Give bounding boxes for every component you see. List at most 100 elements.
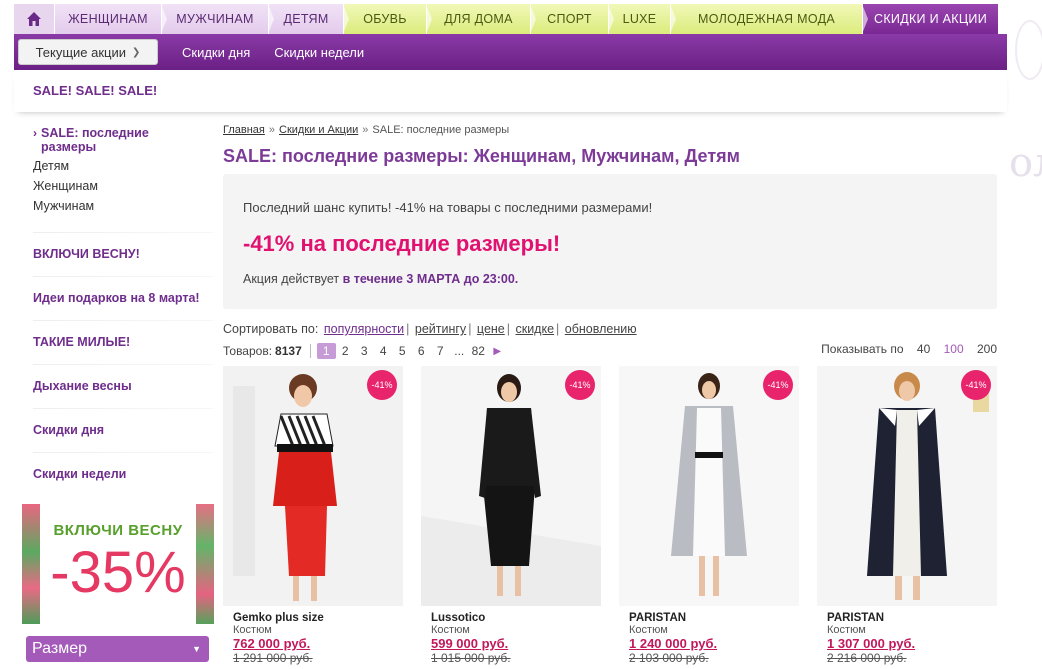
tab-luxe[interactable]: LUXE [608,4,676,34]
spring-promo-banner[interactable]: ВКЛЮЧИ ВЕСНУ -35% [22,504,214,624]
product-brand[interactable]: Gemko plus size [223,612,403,624]
sale-banner-text: SALE! SALE! SALE! [33,83,158,98]
sidebar-item-day-deals[interactable]: Скидки дня [14,408,219,452]
next-page-icon[interactable]: ▶ [488,346,507,357]
tab-men[interactable]: МУЖЧИНАМ [161,4,274,34]
product-photo [817,366,997,606]
product-brand[interactable]: Lussotico [421,612,601,624]
promo-validity-date: в течение 3 МАРТА до 23:00. [342,272,519,286]
breadcrumb-sales[interactable]: Скидки и Акции [279,124,358,136]
caret-down-icon: ▼ [192,644,201,654]
subnav-link-day-deals[interactable]: Скидки дня [182,45,250,60]
product-image[interactable]: -41% [421,366,601,606]
product-type: Костюм [827,624,866,636]
sidebar-item-spring-breath[interactable]: Дыхание весны [14,364,219,408]
per-page-100[interactable]: 100 [944,342,964,356]
promo-subtitle: Последний шанс купить! -41% на товары с … [243,200,653,215]
product-count-label: Товаров: [223,344,273,358]
page-link[interactable]: 3 [355,344,374,358]
sort-price[interactable]: цене [477,322,505,336]
product-type: Костюм [431,624,470,636]
product-image[interactable]: -41% [817,366,997,606]
product-count: 8137 [275,344,302,358]
promo-info-box: Последний шанс купить! -41% на товары с … [223,174,997,309]
tab-kids[interactable]: ДЕТЯМ [268,4,349,34]
product-card[interactable]: -41% PARISTAN Костюм 1 240 000 руб. 2 10… [619,366,799,665]
page-link[interactable]: 2 [336,344,355,358]
discount-badge: -41% [763,370,793,400]
background-decoration: оллі [1007,0,1042,669]
size-filter-dropdown[interactable]: Размер ▼ [26,636,209,662]
tab-women[interactable]: ЖЕНЩИНАМ [54,4,167,34]
page-link[interactable]: 4 [374,344,393,358]
product-photo [619,366,799,606]
product-price: 1 240 000 руб. [629,636,718,651]
sidebar-item-march8-gifts[interactable]: Идеи подарков на 8 марта! [14,276,219,320]
promo-validity-prefix: Акция действует [243,272,343,286]
promo-banner-discount: -35% [50,540,186,605]
sidebar-subitem-kids[interactable]: Детям [33,159,219,174]
sidebar-item-spring[interactable]: ВКЛЮЧИ ВЕСНУ! [14,232,219,276]
tab-shoes[interactable]: ОБУВЬ [343,4,432,34]
per-page-selector: Показывать по 40 100 200 [821,342,997,356]
product-grid: -41% Gemko plus size Костюм 762 000 руб.… [223,366,997,665]
size-filter-label: Размер [32,640,87,657]
sidebar-item-week-deals[interactable]: Скидки недели [14,452,219,496]
product-image[interactable]: -41% [619,366,799,606]
per-page-200[interactable]: 200 [977,342,997,356]
breadcrumb-home[interactable]: Главная [223,124,265,136]
tab-youth-fashion[interactable]: МОЛОДЕЖНАЯ МОДА [670,4,868,34]
sidebar-active-group: › SALE: последние размеры Детям Женщинам… [14,124,219,232]
chevron-right-icon: › [33,126,37,140]
per-page-40[interactable]: 40 [917,342,930,356]
current-promos-dropdown[interactable]: Текущие акции ❯ [18,39,158,65]
sort-discount[interactable]: скидке [515,322,554,336]
sort-controls: Сортировать по: популярности | рейтингу | … [223,322,637,336]
sidebar-item-label: SALE: последние размеры [41,126,149,154]
tab-sales[interactable]: СКИДКИ И АКЦИИ [862,4,998,34]
product-old-price: 1 015 000 руб. [431,651,511,665]
sidebar-subitem-women[interactable]: Женщинам [33,179,219,194]
sort-updated[interactable]: обновлению [565,322,637,336]
page-link-last[interactable]: 82 [469,344,488,358]
pagination-row: Товаров: 8137 1 2 3 4 5 6 7 ... 82 ▶ Пока… [223,342,997,360]
sale-banner: SALE! SALE! SALE! [14,70,1007,112]
page-link-current[interactable]: 1 [316,343,336,359]
page-ellipsis: ... [454,344,465,358]
product-price: 599 000 руб. [431,636,509,651]
product-photo [421,366,601,606]
product-image[interactable]: -41% [223,366,403,606]
product-brand[interactable]: PARISTAN [817,612,997,624]
promo-headline: -41% на последние размеры! [243,231,561,256]
sub-navigation: Текущие акции ❯ Скидки дня Скидки недели [14,34,1007,70]
home-tab[interactable] [14,4,54,34]
main-content: Главная» Скидки и Акции» SALE: последние р… [223,124,997,665]
product-price: 1 307 000 руб. [827,636,916,651]
sidebar-item-sale-last-sizes[interactable]: › SALE: последние размеры [33,126,219,154]
product-brand[interactable]: PARISTAN [619,612,799,624]
product-type: Костюм [233,624,272,636]
sort-popularity[interactable]: популярности [324,322,404,336]
tab-sport[interactable]: СПОРТ [530,4,614,34]
product-photo [223,366,403,606]
product-card[interactable]: -41% PARISTAN Костюм 1 307 000 руб. 2 21… [817,366,997,665]
page-link[interactable]: 5 [393,344,412,358]
subnav-link-week-deals[interactable]: Скидки недели [274,45,364,60]
page-link[interactable]: 7 [431,344,450,358]
discount-badge: -41% [565,370,595,400]
breadcrumb-current: SALE: последние размеры [372,124,510,136]
sort-rating[interactable]: рейтингу [415,322,466,336]
product-card[interactable]: -41% Lussotico Костюм 599 000 руб. 1 015… [421,366,601,665]
product-type: Костюм [629,624,668,636]
product-card[interactable]: -41% Gemko plus size Костюм 762 000 руб.… [223,366,403,665]
sidebar: › SALE: последние размеры Детям Женщинам… [14,124,219,496]
chevron-down-icon: ❯ [132,46,141,58]
dropdown-label: Текущие акции [35,44,127,60]
tab-home-goods[interactable]: ДЛЯ ДОМА [426,4,536,34]
top-navigation: ЖЕНЩИНАМ МУЖЧИНАМ ДЕТЯМ ОБУВЬ ДЛЯ ДОМА С… [14,4,1007,34]
sidebar-item-so-cute[interactable]: ТАКИЕ МИЛЫЕ! [14,320,219,364]
sidebar-subitem-men[interactable]: Мужчинам [33,199,219,214]
page-link[interactable]: 6 [412,344,431,358]
sort-label: Сортировать по: [223,322,319,336]
product-price: 762 000 руб. [233,636,311,651]
